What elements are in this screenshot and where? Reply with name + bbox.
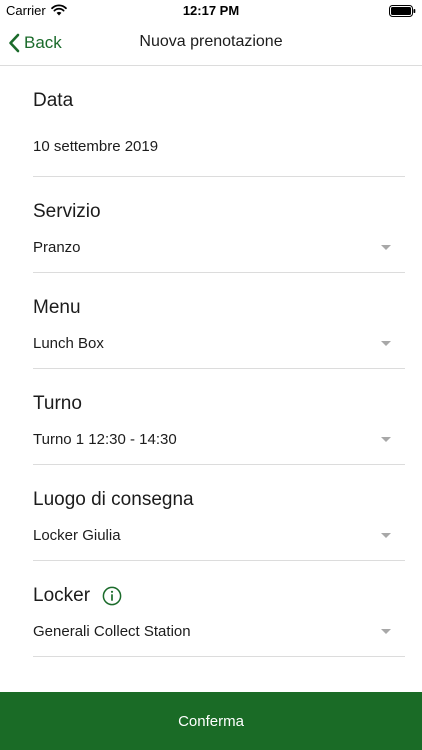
menu-label: Menu <box>33 297 81 318</box>
shift-field: Turno Turno 1 12:30 - 14:30 <box>33 369 405 465</box>
locker-label: Locker <box>33 585 91 606</box>
chevron-down-icon <box>381 341 391 346</box>
navigation-bar: Back Nuova prenotazione <box>0 22 422 66</box>
info-icon[interactable] <box>102 586 122 606</box>
page-title: Nuova prenotazione <box>139 33 283 50</box>
chevron-down-icon <box>381 629 391 634</box>
chevron-down-icon <box>381 245 391 250</box>
battery-icon <box>389 5 416 17</box>
service-field: Servizio Pranzo <box>33 177 405 273</box>
menu-value: Lunch Box <box>33 335 104 352</box>
menu-select[interactable]: Lunch Box <box>33 323 405 363</box>
locker-label-row: Locker <box>33 585 122 607</box>
status-time: 12:17 PM <box>182 3 240 18</box>
delivery-place-field: Luogo di consegna Locker Giulia <box>33 465 405 561</box>
shift-value: Turno 1 12:30 - 14:30 <box>33 431 177 448</box>
chevron-down-icon <box>381 533 391 538</box>
delivery-place-select[interactable]: Locker Giulia <box>33 515 405 555</box>
service-label: Servizio <box>33 201 101 222</box>
chevron-down-icon <box>381 437 391 442</box>
locker-field: Locker Generali Collect Station <box>33 561 405 657</box>
delivery-place-label: Luogo di consegna <box>33 489 194 510</box>
date-label: Data <box>33 90 74 111</box>
menu-field: Menu Lunch Box <box>33 273 405 369</box>
date-value[interactable]: 10 settembre 2019 <box>33 138 158 155</box>
shift-label: Turno <box>33 393 82 414</box>
service-select[interactable]: Pranzo <box>33 227 405 267</box>
booking-form: Data 10 settembre 2019 Servizio Pranzo M… <box>33 66 405 657</box>
locker-select[interactable]: Generali Collect Station <box>33 611 405 651</box>
shift-select[interactable]: Turno 1 12:30 - 14:30 <box>33 419 405 459</box>
status-bar: Carrier 12:17 PM <box>0 0 422 22</box>
confirm-button[interactable]: Conferma <box>0 692 422 750</box>
locker-value: Generali Collect Station <box>33 623 191 640</box>
date-field: Data 10 settembre 2019 <box>33 66 405 177</box>
confirm-label: Conferma <box>178 712 244 730</box>
delivery-place-value: Locker Giulia <box>33 527 121 544</box>
service-value: Pranzo <box>33 239 81 256</box>
